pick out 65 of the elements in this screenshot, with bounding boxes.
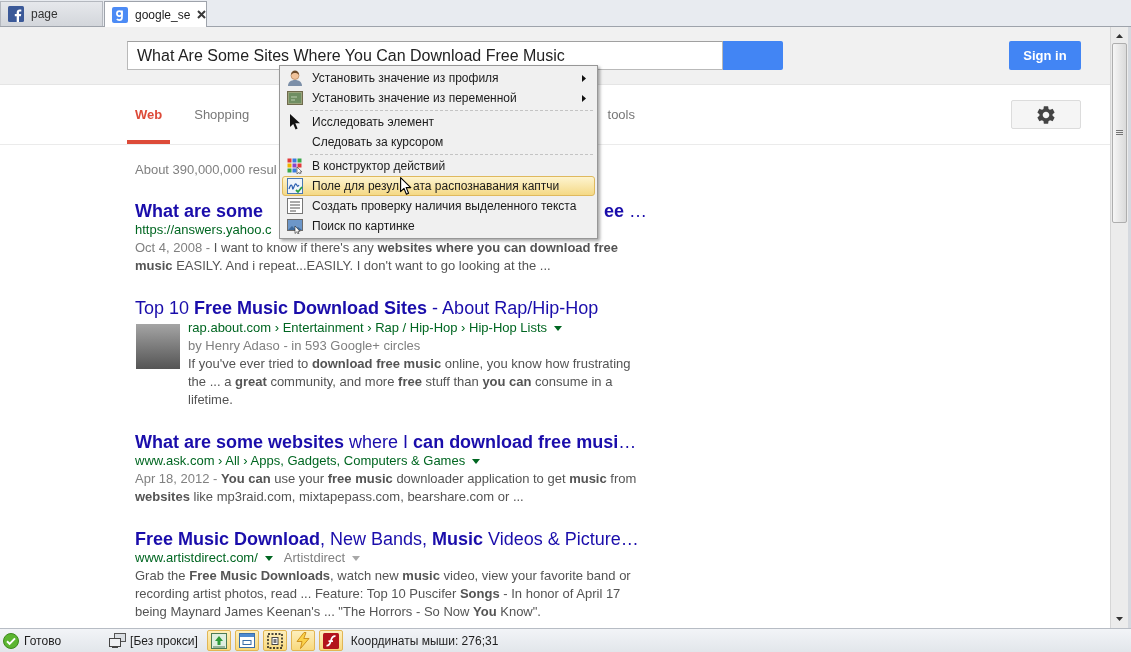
status-text: Готово <box>24 632 62 650</box>
settings-icon <box>1035 103 1057 126</box>
result-title-link[interactable]: What are some <box>135 201 264 221</box>
mouse-pointer-icon <box>400 177 413 195</box>
scribble-check-icon <box>287 178 303 194</box>
pointer-arrow-icon <box>289 114 301 130</box>
result-snippet: If you've ever tried to download free music online, you know how frustrating the ... a great community, and more free stuff than you can consume in a lifetime. <box>188 355 632 409</box>
menu-item[interactable]: Установить значение из профиля <box>282 68 595 88</box>
menu-item[interactable]: Поиск по картинке <box>282 216 595 236</box>
result-title-link[interactable]: Top 10 Free Music Download Sites - About Rap/Hip-Hop <box>135 298 599 318</box>
f-logo-icon <box>8 6 24 22</box>
result-stats: About 390,000,000 resul <box>135 161 277 179</box>
toolbar-button[interactable] <box>206 630 231 651</box>
menu-item[interactable]: Следовать за курсором <box>282 132 595 152</box>
result-url: rap.about.com › Entertainment › Rap / Hip-Hop › Hip-Hop Lists <box>188 319 548 337</box>
result-title-link[interactable]: Free Music Download, New Bands, Music Videos & Picture… <box>135 529 639 549</box>
menu-item[interactable]: Исследовать элемент <box>282 112 595 132</box>
color-grid-icon <box>287 158 303 174</box>
menu-item[interactable]: Поле для резул ата распознавания каптчи <box>282 176 595 196</box>
mouse-coordinates: Координаты мыши: 276;31 <box>350 632 499 650</box>
nav-tab[interactable]: Web <box>127 85 171 144</box>
result-title-link[interactable]: What are some websites where I can download free musi… <box>135 432 637 452</box>
result-url: www.artistdirect.com/ <box>135 549 258 567</box>
text-lines-icon <box>287 198 303 214</box>
flash-logo-icon <box>322 632 339 649</box>
scroll-up-icon[interactable] <box>1116 34 1123 38</box>
scroll-down-icon[interactable] <box>1116 617 1123 621</box>
result-title-link[interactable]: ee … <box>603 201 647 221</box>
lightning-icon <box>295 632 310 649</box>
nav-tab[interactable]: Shopping <box>186 85 258 144</box>
nav-tab[interactable]: tools <box>599 85 643 144</box>
window-icon <box>238 633 255 648</box>
menu-item[interactable]: В конструктор действий <box>282 156 595 176</box>
result-snippet: Grab the Free Music Downloads, watch new music video, view your favorite band or recording artist photos, read ... Feature: Top 10 Puscifer Songs - In honor of April 17 being Maynard James Keenan's ... "The Horrors - So Now You Know". <box>135 567 632 621</box>
browser-tab[interactable]: page <box>0 1 103 26</box>
menu-item[interactable]: Установить значение из переменной <box>282 88 595 108</box>
check-circle-icon <box>3 632 19 649</box>
search-query-text: What Are Some Sites Where You Can Download Free Music <box>137 47 565 64</box>
menu-item[interactable]: Создать проверку наличия выделенного текста <box>282 196 595 216</box>
browser-tab[interactable]: google_se <box>104 1 207 27</box>
grip-icon <box>1116 130 1123 136</box>
dropdown-caret-icon[interactable] <box>554 325 563 331</box>
result-snippet: Oct 4, 2008 - I want to know if there's any websites where you can download free music EASILY. And i repeat...EASILY. I don't want to go looking at the ... <box>135 239 619 275</box>
toolbar-button[interactable] <box>234 630 259 651</box>
settings-button[interactable] <box>1011 100 1081 129</box>
person-icon <box>287 70 303 86</box>
scrollbar-thumb[interactable] <box>1112 43 1127 223</box>
picture-upload-icon <box>210 632 227 649</box>
dropdown-caret-icon[interactable] <box>264 555 273 561</box>
monitors-icon <box>109 633 127 648</box>
site-name: Artistdirect <box>283 549 346 567</box>
result-url: www.ask.com › All › Apps, Gadgets, Computers & Games <box>135 452 466 470</box>
dashed-frame-icon <box>266 632 283 649</box>
dropdown-caret-icon[interactable] <box>472 458 481 464</box>
toolbar-button[interactable] <box>262 630 287 651</box>
g-logo-icon <box>112 6 128 23</box>
result-url: https://answers.yahoo.c <box>135 221 272 239</box>
chalkboard-icon <box>287 91 303 105</box>
toolbar-button[interactable] <box>318 630 343 651</box>
result-author: by Henry Adaso - in 593 Google+ circles <box>188 337 422 355</box>
proxy-status: [Без прокси] <box>130 632 198 650</box>
sign-in-button[interactable]: Sign in <box>1009 41 1081 70</box>
close-icon[interactable] <box>197 10 207 19</box>
picture-icon <box>287 218 303 234</box>
result-snippet: Apr 18, 2012 - You can use your free music downloader application to get music from websites like mp3raid.com, mixtapepass.com, bearshare.com or ... <box>135 470 638 506</box>
